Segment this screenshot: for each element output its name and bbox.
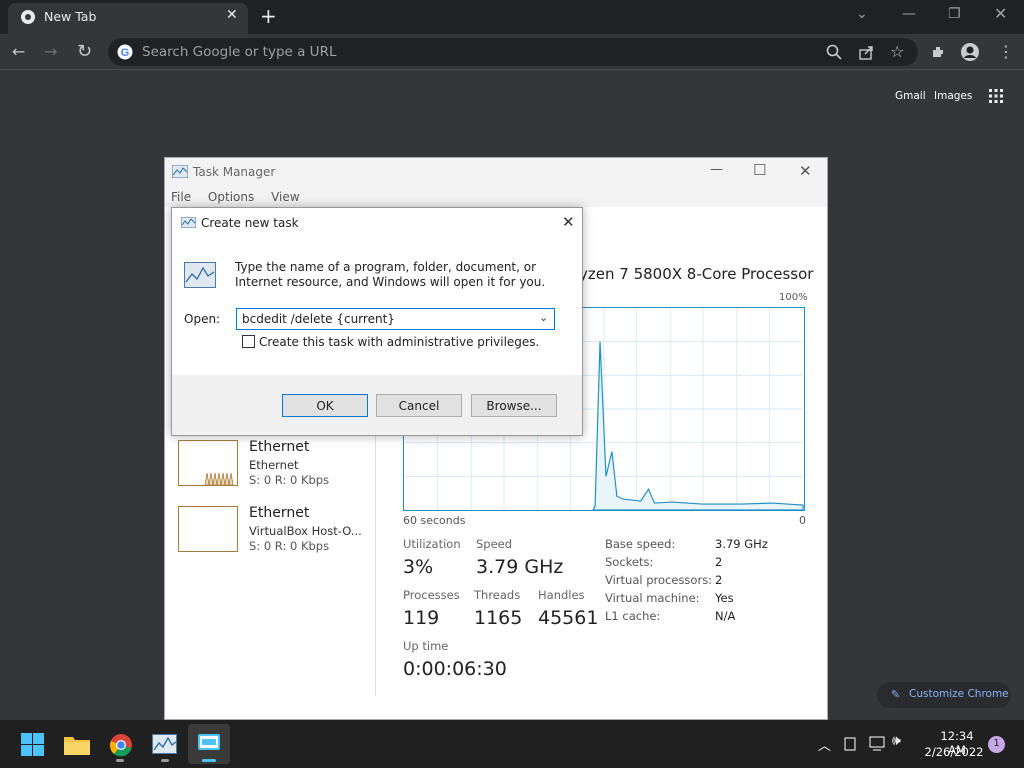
sidebar-item-title[interactable]: Ethernet	[249, 505, 309, 521]
pencil-icon: ✎	[891, 688, 901, 701]
menu-options[interactable]: Options	[208, 190, 254, 204]
processes-value: 119	[403, 607, 440, 629]
chrome-icon	[21, 10, 35, 24]
volume-icon[interactable]: 🕪	[892, 733, 901, 749]
graph-max-label: 100%	[779, 292, 808, 303]
detail-value: 2	[715, 555, 723, 569]
restore-icon[interactable]: ❐	[948, 6, 961, 22]
task-manager-taskbar-icon[interactable]	[152, 734, 177, 754]
new-tab-button[interactable]: +	[260, 4, 277, 28]
detail-label: Virtual processors:	[605, 573, 713, 587]
graph-right-label: 0	[799, 514, 806, 527]
cpu-name: yzen 7 5800X 8-Core Processor	[579, 265, 814, 283]
network-icon[interactable]	[869, 736, 887, 751]
svg-text:G: G	[121, 47, 130, 59]
utilization-value: 3%	[403, 556, 434, 578]
reload-icon[interactable]: ↻	[77, 41, 92, 62]
graph-left-label: 60 seconds	[403, 514, 466, 527]
ok-button[interactable]: OK	[282, 394, 368, 417]
tray-device-icon[interactable]	[844, 737, 856, 751]
uptime-value: 0:00:06:30	[403, 658, 507, 680]
sidebar-item-stat: S: 0 R: 0 Kbps	[249, 539, 330, 553]
detail-value: Yes	[715, 591, 734, 605]
sidebar-item-sub: VirtualBox Host-O...	[249, 524, 362, 538]
detail-value: 3.79 GHz	[715, 537, 768, 551]
speed-label: Speed	[476, 537, 513, 551]
open-combobox-input[interactable]: bcdedit /delete {current}	[236, 308, 555, 330]
speed-value: 3.79 GHz	[476, 556, 564, 578]
sidebar-item-title[interactable]: Ethernet	[249, 439, 309, 455]
detail-label: L1 cache:	[605, 609, 661, 623]
task-manager-icon	[172, 165, 188, 178]
utilization-label: Utilization	[403, 537, 461, 551]
browse-button[interactable]: Browse...	[471, 394, 557, 417]
zoom-icon[interactable]	[826, 44, 842, 60]
threads-label: Threads	[474, 588, 521, 602]
forward-icon[interactable]: →	[44, 42, 57, 61]
tm-close-icon[interactable]: ✕	[799, 162, 812, 180]
back-icon[interactable]: ←	[12, 42, 25, 61]
share-icon[interactable]	[858, 44, 874, 60]
dialog-content	[172, 208, 582, 375]
gmail-link[interactable]: Gmail	[895, 90, 926, 102]
cancel-button[interactable]: Cancel	[376, 394, 462, 417]
close-window-icon[interactable]: ✕	[994, 4, 1007, 23]
detail-value: 2	[715, 573, 723, 587]
create-new-task-dialog: Create new task ✕ Type the name of a pro…	[171, 207, 583, 436]
detail-value: N/A	[715, 609, 736, 623]
dialog-title-icon	[181, 217, 196, 228]
menu-kebab-icon[interactable]: ⋮	[998, 42, 1014, 61]
run-dialog-taskbar-icon	[198, 734, 220, 750]
chrome-running-indicator	[116, 759, 124, 762]
admin-privileges-label[interactable]: Create this task with administrative pri…	[259, 335, 539, 349]
google-icon: G	[117, 44, 133, 60]
detail-label: Virtual machine:	[605, 591, 700, 605]
menu-file[interactable]: File	[171, 190, 191, 204]
chevron-down-icon[interactable]: ⌄	[539, 311, 548, 324]
dialog-close-icon[interactable]: ✕	[562, 213, 575, 231]
detail-label: Base speed:	[605, 537, 676, 551]
sidebar-item-stat: S: 0 R: 0 Kbps	[249, 473, 330, 487]
tm-menu-bar: File Options View	[171, 190, 313, 204]
file-explorer-icon[interactable]	[64, 734, 90, 755]
windows-start-icon[interactable]	[21, 733, 44, 756]
task-manager-title: Task Manager	[193, 165, 276, 179]
menu-view[interactable]: View	[271, 190, 299, 204]
clock-date[interactable]: 2/26/2022	[922, 745, 986, 759]
run-active-indicator	[202, 759, 216, 762]
minimize-icon[interactable]: —	[902, 6, 916, 22]
ethernet-thumbnail[interactable]	[178, 440, 238, 486]
bookmark-star-icon[interactable]: ☆	[890, 42, 904, 61]
detail-label: Sockets:	[605, 555, 654, 569]
dialog-message: Type the name of a program, folder, docu…	[235, 260, 546, 289]
tab-search-icon[interactable]: ⌄	[856, 6, 868, 22]
admin-privileges-checkbox[interactable]	[242, 335, 255, 348]
ethernet-thumbnail[interactable]	[178, 506, 238, 552]
handles-value: 45561	[538, 607, 599, 629]
taskmgr-running-indicator	[161, 759, 169, 762]
run-task-icon	[184, 262, 216, 288]
ethernet-mini-graph	[204, 472, 234, 486]
customize-label: Customize Chrome	[909, 688, 1009, 700]
tab-title: New Tab	[44, 9, 97, 24]
sidebar-item-sub: Ethernet	[249, 458, 299, 472]
tm-maximize-icon[interactable]: ☐	[753, 161, 766, 179]
threads-value: 1165	[474, 607, 523, 629]
close-tab-icon[interactable]: ✕	[226, 7, 238, 23]
dialog-title: Create new task	[201, 216, 299, 230]
images-link[interactable]: Images	[934, 90, 972, 102]
handles-label: Handles	[538, 588, 585, 602]
chrome-taskbar-icon[interactable]	[109, 733, 133, 757]
open-label: Open:	[184, 312, 221, 326]
profile-avatar-icon[interactable]	[960, 42, 980, 62]
apps-grid-icon[interactable]	[989, 89, 1003, 103]
omnibox-placeholder[interactable]: Search Google or type a URL	[142, 44, 336, 60]
processes-label: Processes	[403, 588, 460, 602]
extensions-icon[interactable]	[930, 44, 946, 60]
chevron-up-icon[interactable]: ︿	[818, 735, 831, 754]
tm-minimize-icon[interactable]: —	[710, 162, 723, 177]
notification-badge[interactable]: 1	[988, 736, 1005, 753]
uptime-label: Up time	[403, 639, 449, 653]
